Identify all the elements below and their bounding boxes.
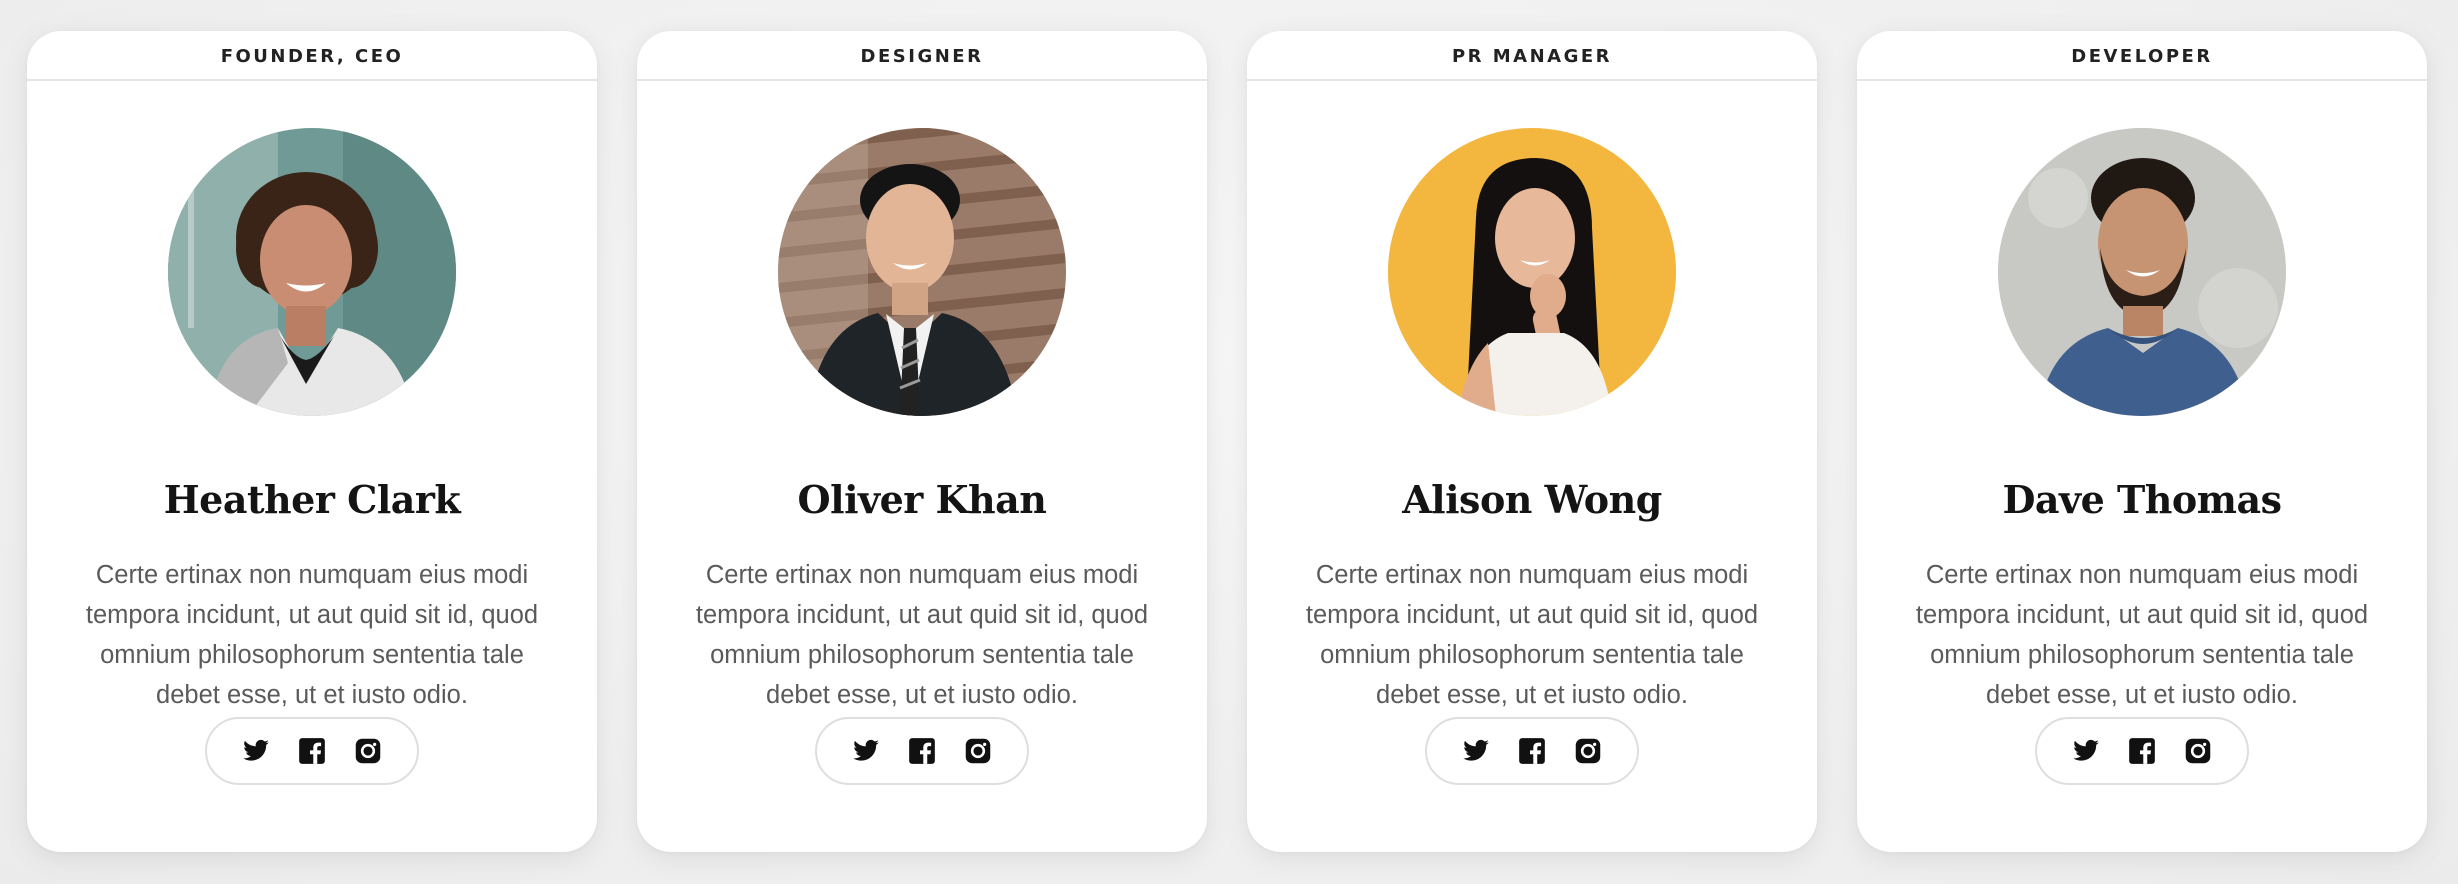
instagram-icon[interactable] — [353, 736, 383, 766]
social-links — [205, 717, 419, 785]
avatar — [1388, 128, 1676, 416]
avatar — [1998, 128, 2286, 416]
member-bio: Certe ertinax non numquam eius modi temp… — [1305, 561, 1759, 709]
member-name: Heather Clark — [163, 477, 461, 522]
team-card-oliver-khan: DESIGNER Oliver Khan Certe ertinax non n… — [637, 31, 1207, 852]
card-role: PR MANAGER — [1451, 45, 1613, 67]
card-header: DESIGNER — [637, 31, 1207, 81]
member-name: Dave Thomas — [2002, 477, 2282, 522]
card-role: DEVELOPER — [2071, 45, 2213, 67]
social-links — [1425, 717, 1639, 785]
instagram-icon[interactable] — [1573, 736, 1603, 766]
member-bio: Certe ertinax non numquam eius modi temp… — [695, 561, 1149, 709]
member-name: Oliver Khan — [797, 477, 1047, 522]
card-header: PR MANAGER — [1247, 31, 1817, 81]
social-links — [2035, 717, 2249, 785]
team-card-alison-wong: PR MANAGER Alison Wong Certe ertinax non… — [1247, 31, 1817, 852]
avatar — [778, 128, 1066, 416]
twitter-icon[interactable] — [851, 736, 881, 766]
facebook-icon[interactable] — [1517, 736, 1547, 766]
team-card-heather-clark: FOUNDER, CEO Heather Clark Certe ertinax… — [27, 31, 597, 852]
card-header: FOUNDER, CEO — [27, 31, 597, 81]
member-bio: Certe ertinax non numquam eius modi temp… — [85, 561, 539, 709]
facebook-icon[interactable] — [2127, 736, 2157, 766]
card-role: DESIGNER — [860, 45, 984, 67]
member-bio: Certe ertinax non numquam eius modi temp… — [1915, 561, 2369, 709]
instagram-icon[interactable] — [2183, 736, 2213, 766]
team-card-dave-thomas: DEVELOPER Dave Thomas Certe ertinax non … — [1857, 31, 2427, 852]
twitter-icon[interactable] — [2071, 736, 2101, 766]
instagram-icon[interactable] — [963, 736, 993, 766]
social-links — [815, 717, 1029, 785]
facebook-icon[interactable] — [297, 736, 327, 766]
avatar — [168, 128, 456, 416]
twitter-icon[interactable] — [1461, 736, 1491, 766]
member-name: Alison Wong — [1402, 477, 1662, 522]
facebook-icon[interactable] — [907, 736, 937, 766]
card-role: FOUNDER, CEO — [220, 45, 404, 67]
twitter-icon[interactable] — [241, 736, 271, 766]
card-header: DEVELOPER — [1857, 31, 2427, 81]
